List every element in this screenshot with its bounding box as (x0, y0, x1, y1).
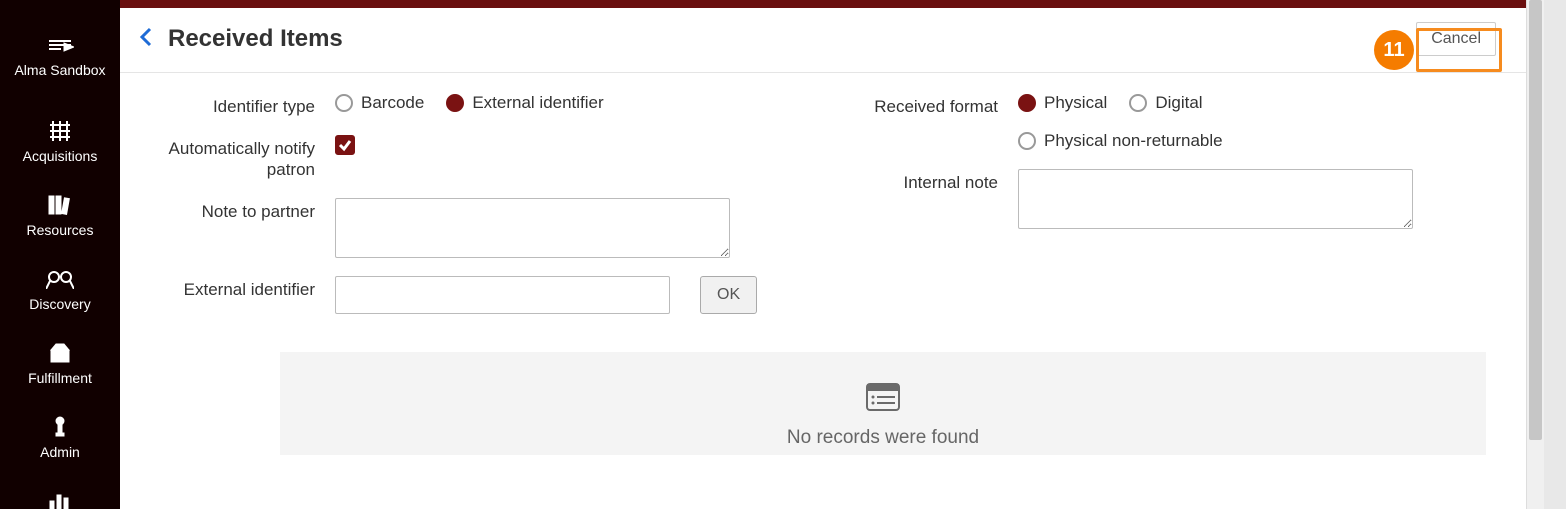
received-format-group: Physical Digital Physical non-returnable (1018, 93, 1438, 151)
outer-strip (1544, 0, 1566, 509)
annotation-step-badge: 11 (1374, 30, 1414, 70)
resources-icon (0, 192, 120, 218)
auto-notify-label: Automatically notify patron (160, 135, 335, 180)
sidebar-item-label: Alma Sandbox (0, 62, 120, 78)
scrollbar-thumb[interactable] (1529, 0, 1542, 440)
analytics-icon (0, 488, 120, 509)
radio-physical-nonreturnable[interactable]: Physical non-returnable (1018, 131, 1438, 151)
sidebar-item-label: Admin (0, 444, 120, 460)
received-format-label: Received format (843, 93, 1018, 117)
internal-note-label: Internal note (843, 169, 1018, 193)
top-accent-bar (120, 0, 1526, 8)
radio-icon (446, 94, 464, 112)
scrollbar-vertical[interactable] (1526, 0, 1544, 509)
radio-icon (1129, 94, 1147, 112)
radio-barcode[interactable]: Barcode (335, 93, 424, 113)
sidebar-item-label: Discovery (0, 296, 120, 312)
note-to-partner-textarea[interactable] (335, 198, 730, 258)
auto-notify-checkbox[interactable] (335, 135, 355, 155)
sidebar-item-acquisitions[interactable]: Acquisitions (0, 106, 120, 180)
radio-external-identifier[interactable]: External identifier (446, 93, 603, 113)
check-icon (338, 138, 352, 152)
radio-digital[interactable]: Digital (1129, 93, 1202, 113)
sidebar-item-alma-sandbox[interactable]: Alma Sandbox (0, 20, 120, 94)
list-empty-icon (280, 382, 1486, 417)
results-panel: No records were found (280, 352, 1486, 455)
page-title: Received Items (168, 25, 343, 53)
sidebar-item-discovery[interactable]: Discovery (0, 254, 120, 328)
sidebar-item-analytics[interactable] (0, 476, 120, 509)
acquisitions-icon (0, 118, 120, 144)
sidebar: Alma Sandbox Acquisitions Resources Disc… (0, 0, 120, 509)
page-header: Received Items Cancel 11 (120, 8, 1526, 73)
radio-physical[interactable]: Physical (1018, 93, 1107, 113)
results-empty-message: No records were found (280, 427, 1486, 449)
discovery-icon (0, 266, 120, 292)
sidebar-item-resources[interactable]: Resources (0, 180, 120, 254)
fulfillment-icon (0, 340, 120, 366)
note-to-partner-label: Note to partner (160, 198, 335, 222)
identifier-type-group: Barcode External identifier (335, 93, 803, 113)
sidebar-item-label: Acquisitions (0, 148, 120, 164)
radio-label: Physical (1044, 93, 1107, 113)
radio-icon (335, 94, 353, 112)
radio-icon (1018, 132, 1036, 150)
radio-label: Digital (1155, 93, 1202, 113)
radio-label: Physical non-returnable (1044, 131, 1223, 151)
radio-label: Barcode (361, 93, 424, 113)
identifier-type-label: Identifier type (160, 93, 335, 117)
sidebar-item-admin[interactable]: Admin (0, 402, 120, 476)
ok-button[interactable]: OK (700, 276, 757, 314)
main-content: Received Items Cancel 11 Identifier type… (120, 0, 1526, 509)
sidebar-item-label: Resources (0, 222, 120, 238)
cancel-button[interactable]: Cancel (1416, 22, 1496, 56)
back-button[interactable] (138, 25, 154, 54)
radio-label: External identifier (472, 93, 603, 113)
sidebar-item-fulfillment[interactable]: Fulfillment (0, 328, 120, 402)
sandbox-icon (0, 32, 120, 58)
external-identifier-input[interactable] (335, 276, 670, 314)
admin-icon (0, 414, 120, 440)
internal-note-textarea[interactable] (1018, 169, 1413, 229)
external-identifier-label: External identifier (160, 276, 335, 300)
radio-icon (1018, 94, 1036, 112)
sidebar-item-label: Fulfillment (0, 370, 120, 386)
chevron-left-icon (138, 25, 154, 49)
form-area: Identifier type Barcode External identif… (120, 73, 1526, 332)
